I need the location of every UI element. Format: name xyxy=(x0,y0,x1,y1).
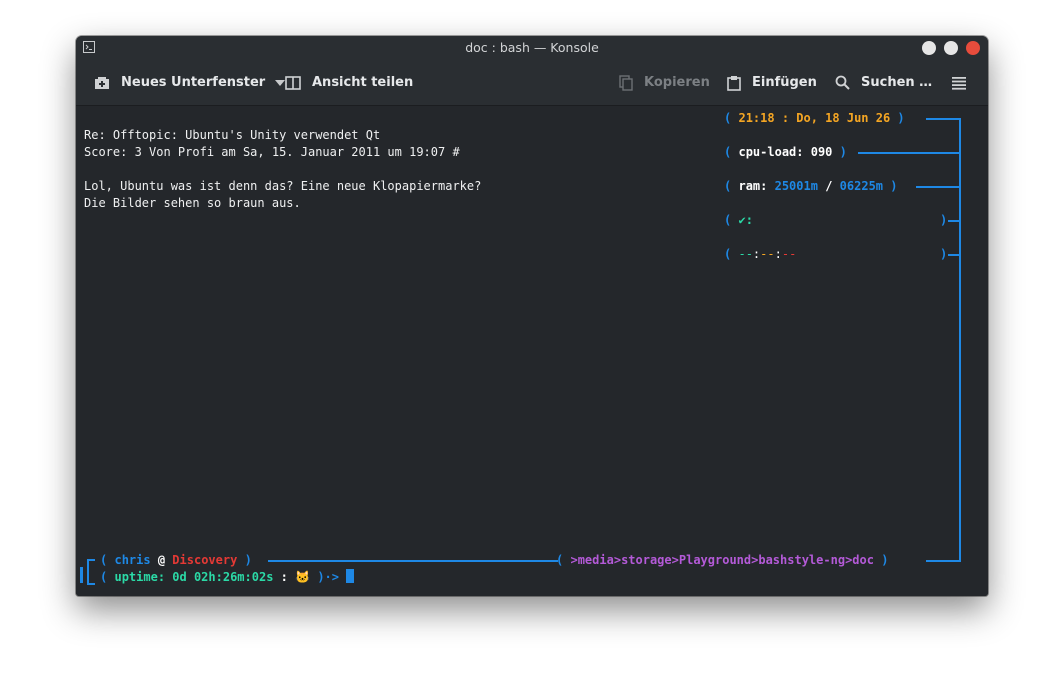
copy-icon xyxy=(619,74,633,91)
check-status: ( ✔: xyxy=(724,213,753,227)
prompt-connector xyxy=(926,560,961,562)
status-connector xyxy=(858,152,960,154)
minimize-button[interactable] xyxy=(922,41,936,55)
status-connector xyxy=(916,186,960,188)
terminal-line: Die Bilder sehen so braun aus. xyxy=(84,196,301,210)
ram-status: ( ram: 25001m / 06225m ) xyxy=(724,179,898,193)
prompt-uptime: ( uptime: 0d 02h:26m:02s : 🐱 )·> xyxy=(100,569,355,586)
search-icon xyxy=(835,75,850,90)
terminal-line: Re: Offtopic: Ubuntu's Unity verwendet Q… xyxy=(84,128,381,142)
prompt-corner-top xyxy=(87,560,89,576)
close-button[interactable] xyxy=(966,41,980,55)
hamburger-icon xyxy=(952,76,966,90)
paste-button[interactable]: Einfügen xyxy=(727,60,817,105)
terminal-line: Lol, Ubuntu was ist denn das? Eine neue … xyxy=(84,179,482,193)
terminal-line: Score: 3 Von Profi am Sa, 15. Januar 201… xyxy=(84,145,460,159)
konsole-window: doc : bash — Konsole Neues Unterfenster … xyxy=(76,36,988,596)
split-view-icon xyxy=(285,75,301,90)
prompt-user-host: ( chris @ Discovery ) xyxy=(100,553,252,567)
new-tab-button[interactable]: Neues Unterfenster xyxy=(94,60,286,105)
paste-label: Einfügen xyxy=(752,75,817,90)
prompt-corner-bottom-h xyxy=(87,583,95,585)
timer-status: ( --:--:-- xyxy=(724,247,797,261)
prompt-path: ( >media>storage>Playground>bashstyle-ng… xyxy=(556,553,889,567)
hamburger-menu-button[interactable] xyxy=(951,60,978,105)
find-label: Suchen … xyxy=(861,75,933,90)
window-title: doc : bash — Konsole xyxy=(465,40,599,55)
line-marker xyxy=(80,567,83,583)
split-view-label: Ansicht teilen xyxy=(312,75,414,90)
clock-status: ( 21:18 : Do, 18 Jun 26 ) xyxy=(724,111,905,125)
scrollbar[interactable] xyxy=(980,106,985,596)
maximize-button[interactable] xyxy=(944,41,958,55)
copy-button[interactable]: Kopieren xyxy=(619,60,710,105)
text-cursor xyxy=(346,569,355,583)
prompt-connector xyxy=(268,560,558,562)
terminal-area[interactable]: Re: Offtopic: Ubuntu's Unity verwendet Q… xyxy=(76,106,988,596)
copy-label: Kopieren xyxy=(644,75,710,90)
status-vertical-rule xyxy=(959,118,961,561)
find-button[interactable]: Suchen … xyxy=(835,60,932,105)
toolbar: Neues Unterfenster Ansicht teilen Kopier… xyxy=(76,60,988,106)
timer-status-close: ) xyxy=(940,247,948,261)
cpu-status: ( cpu-load: 090 ) xyxy=(724,145,847,159)
new-tab-label: Neues Unterfenster xyxy=(121,75,266,90)
chevron-down-icon[interactable] xyxy=(275,79,286,86)
split-view-button[interactable]: Ansicht teilen xyxy=(285,60,413,105)
new-tab-icon xyxy=(95,76,109,89)
check-status-close: ) xyxy=(940,213,948,227)
status-connector xyxy=(926,118,960,120)
clipboard-icon xyxy=(727,75,741,91)
title-bar[interactable]: doc : bash — Konsole xyxy=(76,36,988,60)
prompt-corner-top-h xyxy=(87,559,95,561)
